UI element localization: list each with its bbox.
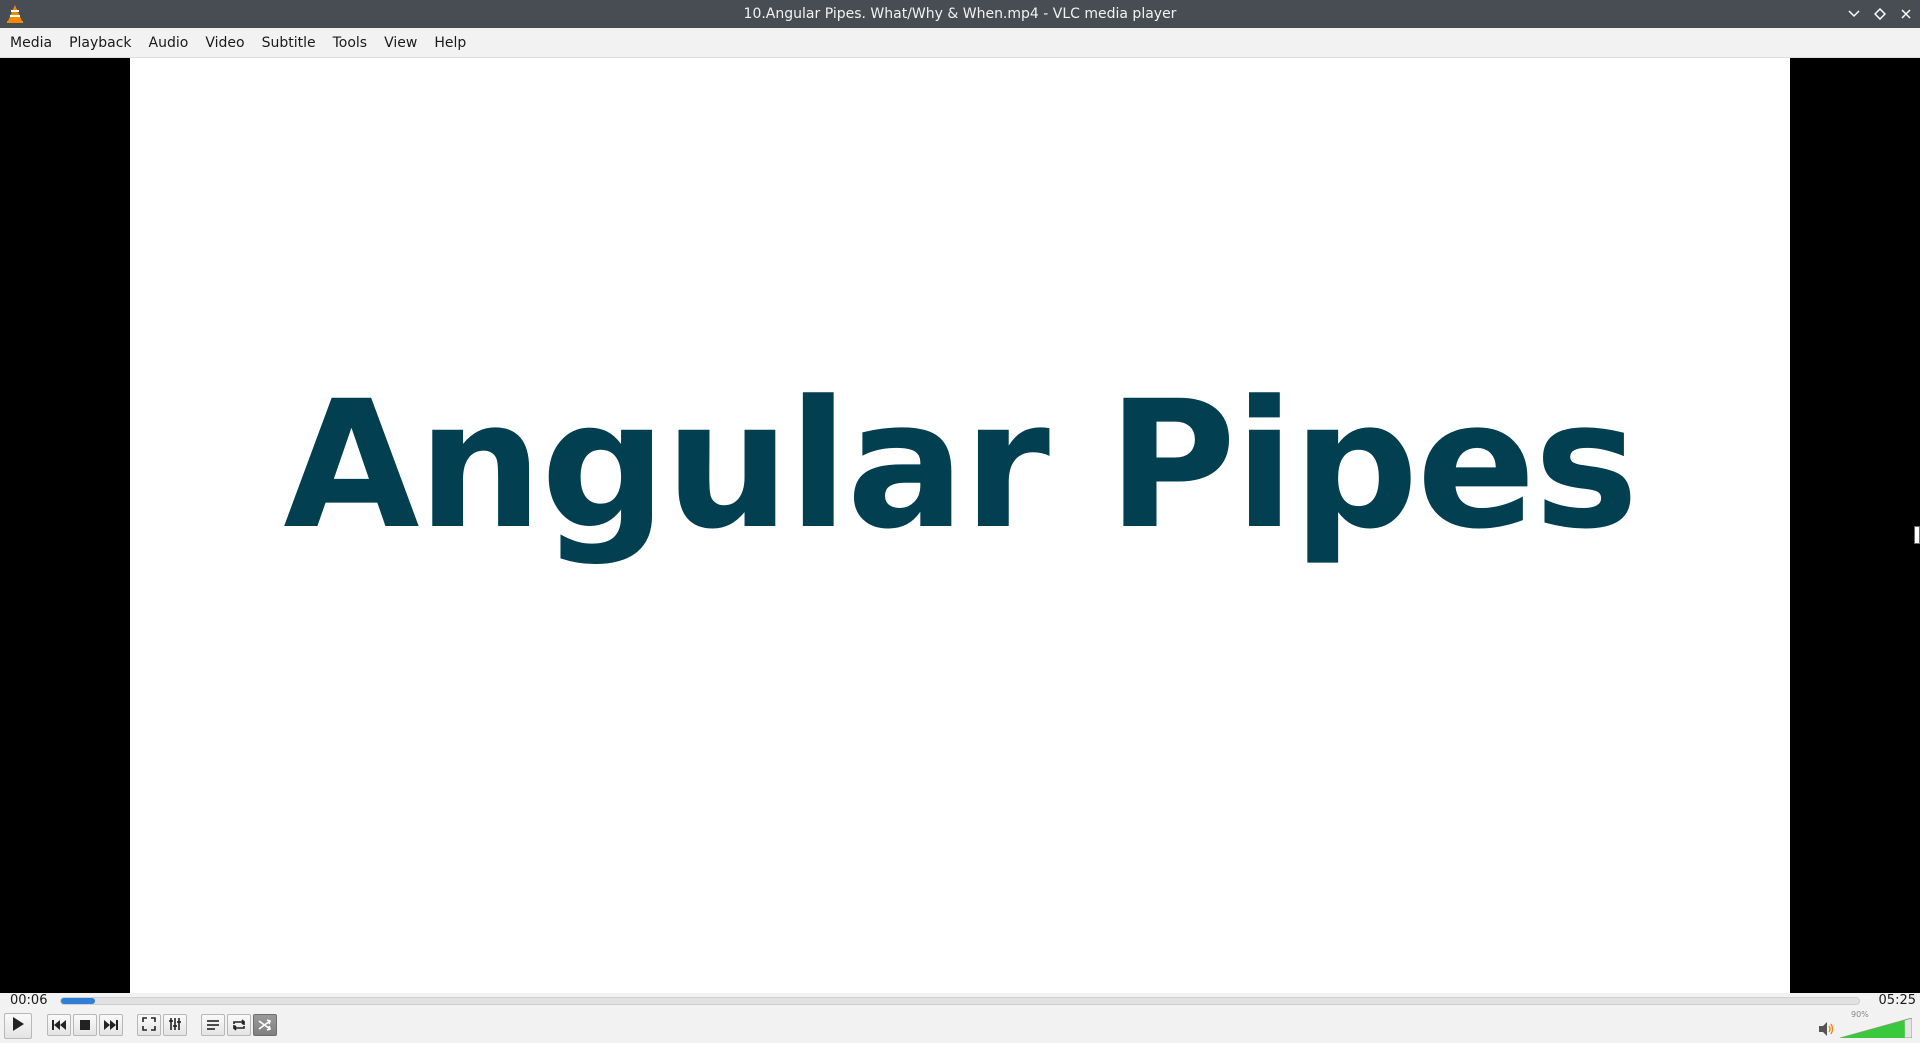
title-bar: 10.Angular Pipes. What/Why & When.mp4 - … <box>0 0 1920 28</box>
controls-bar: 90% <box>0 1008 1920 1043</box>
play-button[interactable] <box>4 1013 32 1039</box>
close-icon[interactable] <box>1898 4 1914 24</box>
menu-subtitle[interactable]: Subtitle <box>256 31 327 55</box>
loop-icon <box>231 1016 247 1035</box>
play-icon <box>11 1016 25 1036</box>
shuffle-icon <box>258 1016 272 1035</box>
fullscreen-icon <box>142 1016 156 1035</box>
video-frame: Angular Pipes <box>130 58 1790 993</box>
next-icon <box>103 1016 119 1035</box>
video-area[interactable]: Angular Pipes <box>0 58 1920 993</box>
fullscreen-button[interactable] <box>137 1014 161 1036</box>
stop-button[interactable] <box>73 1014 97 1036</box>
menu-view[interactable]: View <box>378 31 428 55</box>
menu-audio[interactable]: Audio <box>143 31 200 55</box>
speaker-icon[interactable] <box>1818 1021 1836 1037</box>
menu-playback[interactable]: Playback <box>63 31 142 55</box>
video-frame-text: Angular Pipes <box>283 363 1638 568</box>
stop-icon <box>79 1016 91 1035</box>
extended-settings-button[interactable] <box>163 1014 187 1036</box>
elapsed-time[interactable]: 00:06 <box>10 993 47 1008</box>
menu-video[interactable]: Video <box>199 31 255 55</box>
equalizer-icon <box>168 1016 182 1035</box>
seek-row: 00:06 05:25 <box>0 993 1920 1008</box>
maximize-icon[interactable] <box>1872 4 1888 24</box>
total-time[interactable]: 05:25 <box>1879 993 1916 1008</box>
minimize-icon[interactable] <box>1846 4 1862 24</box>
seek-progress <box>61 998 96 1004</box>
volume-slider[interactable] <box>1840 1018 1912 1038</box>
shuffle-button[interactable] <box>253 1014 277 1036</box>
playlist-icon <box>206 1016 220 1035</box>
playlist-button[interactable] <box>201 1014 225 1036</box>
window-controls <box>1846 4 1914 24</box>
previous-icon <box>51 1016 67 1035</box>
seek-slider[interactable] <box>60 997 1860 1005</box>
window-title: 10.Angular Pipes. What/Why & When.mp4 - … <box>743 6 1177 22</box>
next-button[interactable] <box>99 1014 123 1036</box>
menu-bar: Media Playback Audio Video Subtitle Tool… <box>0 28 1920 58</box>
menu-help[interactable]: Help <box>428 31 477 55</box>
menu-tools[interactable]: Tools <box>327 31 379 55</box>
loop-button[interactable] <box>227 1014 251 1036</box>
previous-button[interactable] <box>47 1014 71 1036</box>
menu-media[interactable]: Media <box>4 31 63 55</box>
vlc-cone-icon <box>6 4 24 24</box>
resize-cursor-icon <box>1914 526 1920 544</box>
